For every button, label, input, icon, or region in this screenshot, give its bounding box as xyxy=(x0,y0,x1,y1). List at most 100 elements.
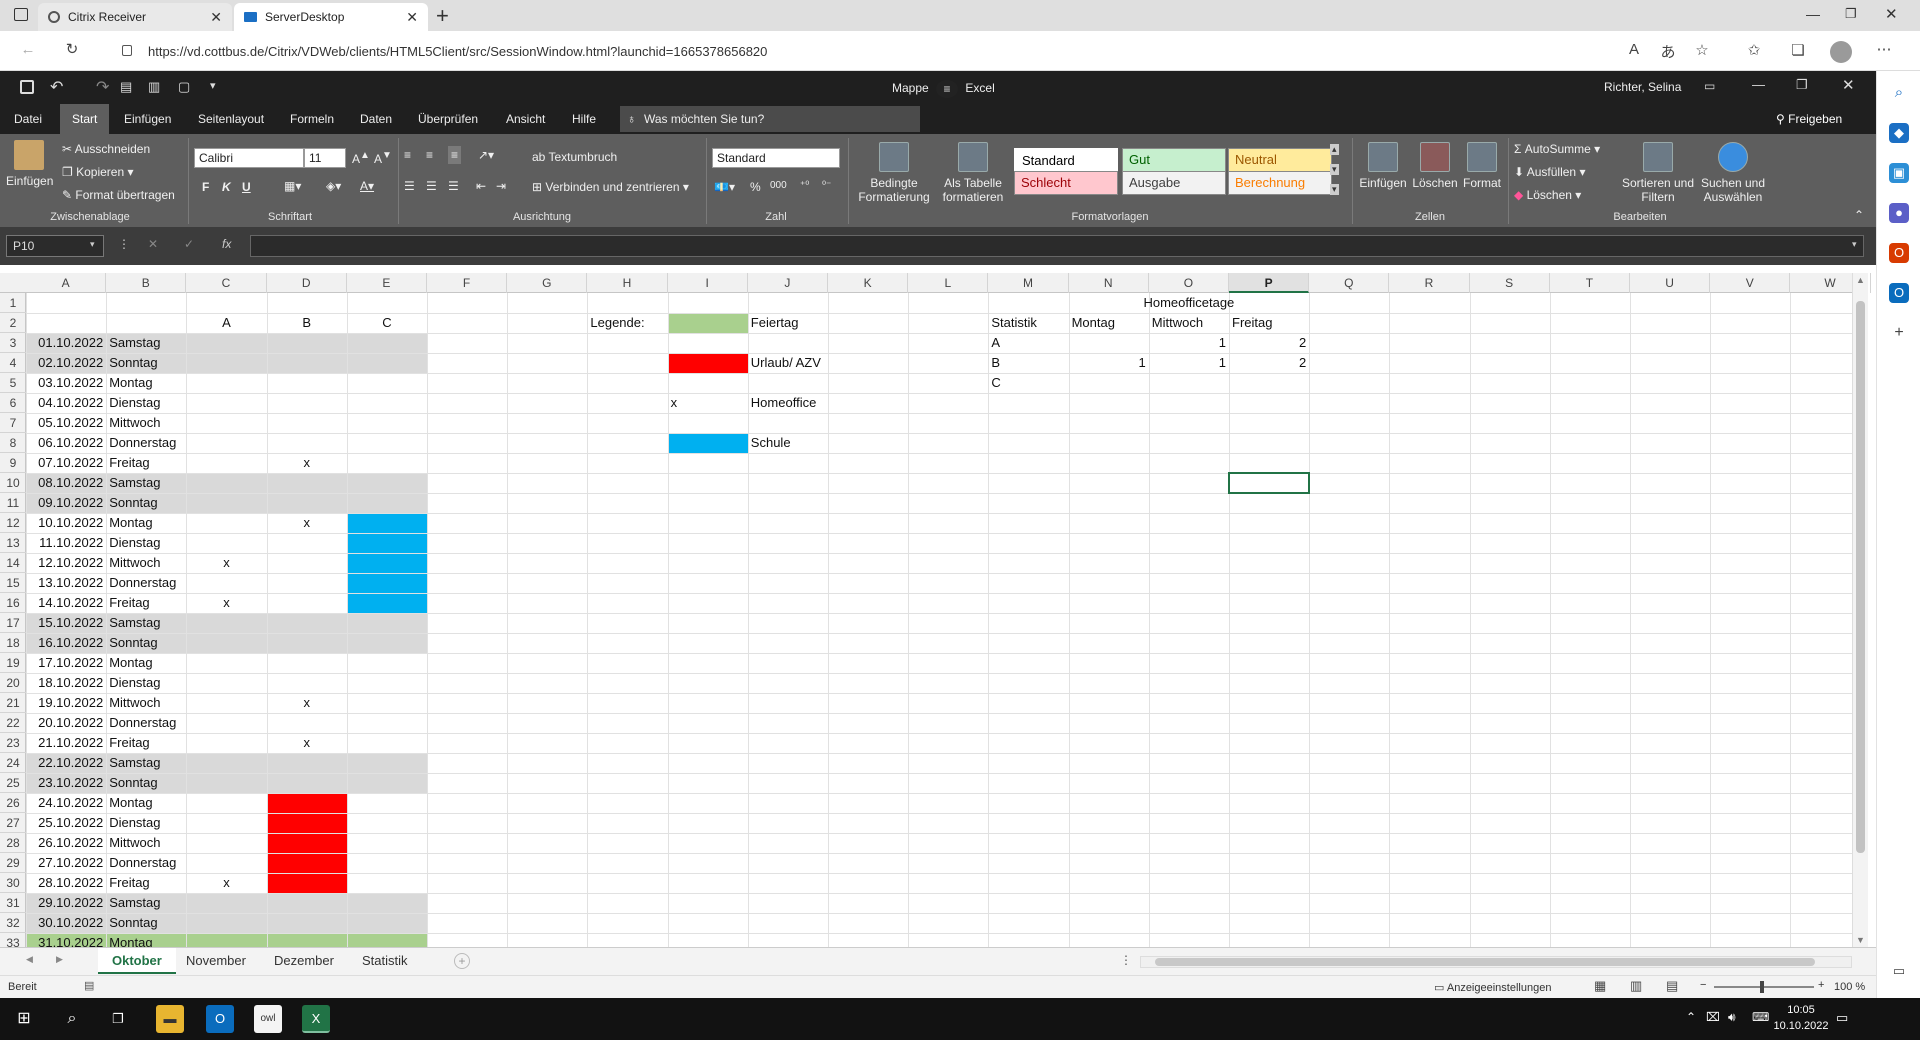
owl-app-icon[interactable]: owl xyxy=(254,1005,282,1033)
excel-taskbar-icon[interactable]: X xyxy=(302,1005,330,1033)
column-header-f[interactable]: F xyxy=(427,273,508,293)
column-header-p[interactable]: P xyxy=(1229,273,1310,293)
cell-style-berechnung[interactable]: Berechnung xyxy=(1228,171,1332,195)
row-header-16[interactable]: 16 xyxy=(0,593,26,613)
font-size-select[interactable]: 11 xyxy=(304,148,346,168)
increase-decimal-icon[interactable]: ⁺⁰ xyxy=(800,180,809,191)
row-header-22[interactable]: 22 xyxy=(0,713,26,733)
row-header-19[interactable]: 19 xyxy=(0,653,26,673)
conditional-formatting-button[interactable]: Bedingte Formatierung xyxy=(852,142,936,204)
more-menu-icon[interactable]: ⋯ xyxy=(1872,40,1896,58)
print-icon[interactable]: ▥ xyxy=(148,79,160,95)
insert-function-icon[interactable]: fx xyxy=(222,237,231,251)
styles-gallery-more-icon[interactable]: ▾ xyxy=(1330,184,1339,195)
close-tab-icon[interactable]: ✕ xyxy=(210,9,222,26)
align-right-icon[interactable]: ☰ xyxy=(448,179,459,193)
row-header-10[interactable]: 10 xyxy=(0,473,26,493)
cell-style-ausgabe[interactable]: Ausgabe xyxy=(1122,171,1226,195)
macro-record-icon[interactable]: ▤ xyxy=(84,979,94,992)
row-header-27[interactable]: 27 xyxy=(0,813,26,833)
copy-button[interactable]: ❐ Kopieren ▾ xyxy=(62,165,134,179)
cancel-icon[interactable]: ✕ xyxy=(148,237,158,251)
row-header-14[interactable]: 14 xyxy=(0,553,26,573)
row-header-2[interactable]: 2 xyxy=(0,313,26,333)
horizontal-scrollbar[interactable] xyxy=(1140,956,1852,968)
column-header-h[interactable]: H xyxy=(587,273,668,293)
display-settings-button[interactable]: ▭ Anzeigeeinstellungen xyxy=(1434,981,1551,994)
align-center-icon[interactable]: ☰ xyxy=(426,179,437,193)
vertical-scrollbar[interactable]: ▲ ▼ xyxy=(1852,273,1868,947)
row-header-18[interactable]: 18 xyxy=(0,633,26,653)
cell-style-standard[interactable]: Standard xyxy=(1014,148,1118,172)
row-header-11[interactable]: 11 xyxy=(0,493,26,513)
tab-daten[interactable]: Daten xyxy=(348,104,404,134)
sheet-next-icon[interactable]: ▶ xyxy=(56,954,63,965)
format-as-table-button[interactable]: Als Tabelle formatieren xyxy=(936,142,1010,204)
tab-ansicht[interactable]: Ansicht xyxy=(494,104,557,134)
excel-minimize-icon[interactable]: — xyxy=(1752,77,1765,92)
row-header-32[interactable]: 32 xyxy=(0,913,26,933)
games-icon[interactable]: ● xyxy=(1889,203,1909,223)
thousands-button[interactable]: 000 xyxy=(770,180,787,191)
share-button[interactable]: ⚲ Freigeben xyxy=(1776,112,1842,126)
column-header-s[interactable]: S xyxy=(1470,273,1550,293)
column-header-u[interactable]: U xyxy=(1630,273,1711,293)
file-explorer-icon[interactable]: ▬ xyxy=(156,1005,184,1033)
sheet-tab-november[interactable]: November xyxy=(172,948,260,974)
font-color-icon[interactable]: A▾ xyxy=(360,179,374,193)
clear-button[interactable]: ◆ Löschen ▾ xyxy=(1514,188,1581,202)
office-icon[interactable]: O xyxy=(1889,243,1909,263)
profile-avatar[interactable] xyxy=(1830,41,1852,63)
tray-chevron-icon[interactable]: ⌃ xyxy=(1686,1010,1696,1024)
row-header-17[interactable]: 17 xyxy=(0,613,26,633)
align-top-icon[interactable]: ≡ xyxy=(404,148,411,162)
fill-button[interactable]: ⬇ Ausfüllen ▾ xyxy=(1514,165,1585,179)
ribbon-display-icon[interactable]: ▭ xyxy=(1704,79,1715,93)
restore-window-icon[interactable]: ❐ xyxy=(1845,6,1857,22)
row-header-5[interactable]: 5 xyxy=(0,373,26,393)
tab-ueberpruefen[interactable]: Überprüfen xyxy=(406,104,490,134)
increase-indent-icon[interactable]: ⇥ xyxy=(496,179,506,193)
row-header-24[interactable]: 24 xyxy=(0,753,26,773)
find-select-button[interactable]: Suchen und Auswählen xyxy=(1696,142,1770,204)
row-header-20[interactable]: 20 xyxy=(0,673,26,693)
save-icon[interactable] xyxy=(20,80,34,94)
browser-tab-citrix[interactable]: Citrix Receiver ✕ xyxy=(38,3,232,31)
tab-start[interactable]: Start xyxy=(60,104,110,134)
tab-split-icon[interactable]: ⋮ xyxy=(1120,953,1132,967)
input-language-icon[interactable]: ⌨ xyxy=(1752,1010,1769,1024)
row-header-29[interactable]: 29 xyxy=(0,853,26,873)
styles-gallery-down-icon[interactable]: ▾ xyxy=(1330,164,1339,175)
selected-cell[interactable] xyxy=(1228,472,1311,494)
row-header-12[interactable]: 12 xyxy=(0,513,26,533)
volume-icon[interactable]: 🔊︎ xyxy=(1728,1010,1736,1025)
enter-icon[interactable]: ✓ xyxy=(184,237,194,251)
network-icon[interactable]: ⌧ xyxy=(1706,1010,1720,1024)
tools-icon[interactable]: ▣ xyxy=(1889,163,1909,183)
excel-close-icon[interactable]: ✕ xyxy=(1842,76,1855,94)
decrease-decimal-icon[interactable]: ⁰⁻ xyxy=(822,180,831,191)
row-header-13[interactable]: 13 xyxy=(0,533,26,553)
zoom-slider-thumb[interactable] xyxy=(1760,981,1764,993)
collapse-ribbon-icon[interactable]: ⌃ xyxy=(1854,208,1864,222)
expand-formula-icon[interactable]: ▾ xyxy=(1852,239,1857,250)
column-header-m[interactable]: M xyxy=(988,273,1069,293)
vertical-scroll-thumb[interactable] xyxy=(1856,301,1865,853)
windows-start-icon[interactable]: ⊞ xyxy=(10,1005,38,1033)
url-field[interactable]: https://vd.cottbus.de/Citrix/VDWeb/clien… xyxy=(112,37,1622,65)
format-painter-button[interactable]: ✎ Format übertragen xyxy=(62,188,175,202)
row-header-28[interactable]: 28 xyxy=(0,833,26,853)
zoom-slider[interactable] xyxy=(1714,981,1814,993)
column-header-d[interactable]: D xyxy=(267,273,347,293)
customize-qat-icon[interactable]: ▾ xyxy=(210,79,216,92)
column-header-g[interactable]: G xyxy=(507,273,588,293)
search-icon[interactable]: ⌕ xyxy=(1889,83,1909,103)
close-window-icon[interactable]: ✕ xyxy=(1885,5,1898,23)
sort-filter-button[interactable]: Sortieren und Filtern xyxy=(1620,142,1696,204)
column-header-q[interactable]: Q xyxy=(1309,273,1390,293)
column-header-r[interactable]: R xyxy=(1389,273,1470,293)
underline-button[interactable]: U xyxy=(242,180,251,194)
cell-style-neutral[interactable]: Neutral xyxy=(1228,148,1332,172)
horizontal-scroll-thumb[interactable] xyxy=(1155,958,1815,966)
row-header-9[interactable]: 9 xyxy=(0,453,26,473)
